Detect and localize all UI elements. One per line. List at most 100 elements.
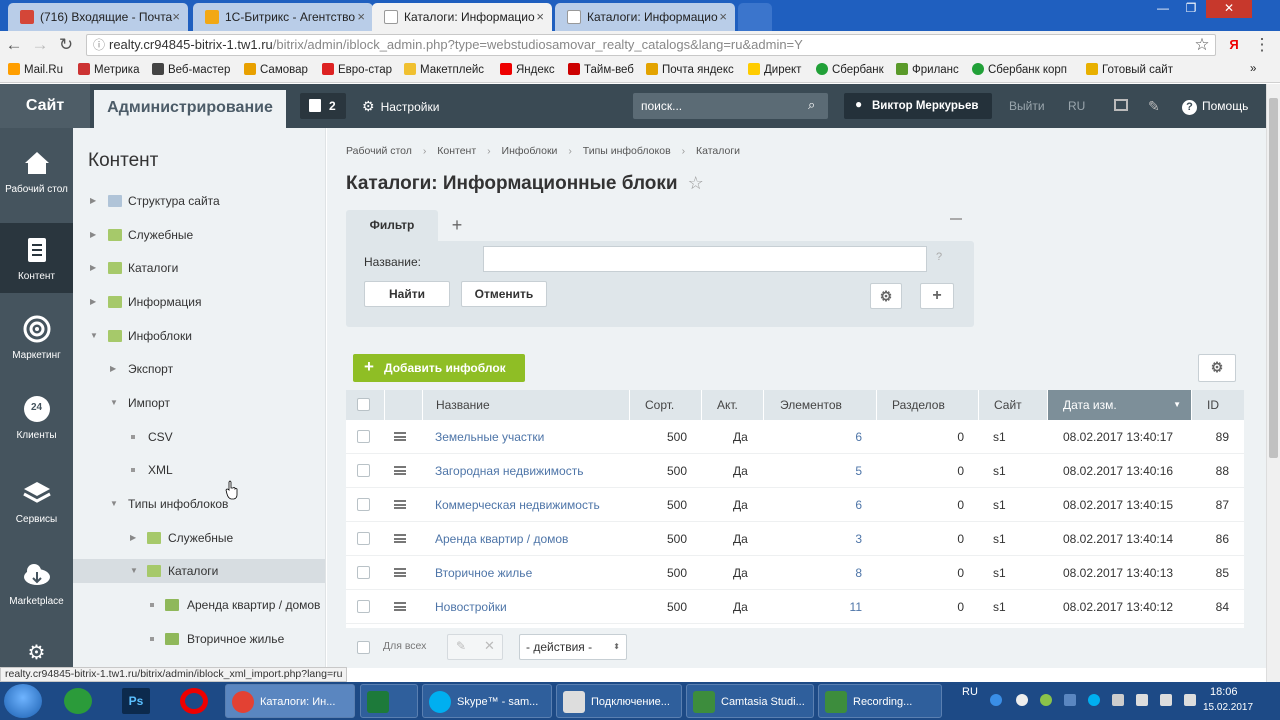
tree-item[interactable]: XML	[73, 458, 325, 482]
browser-tab[interactable]: (716) Входящие - Почта ×	[8, 3, 188, 31]
for-all-checkbox[interactable]	[357, 641, 370, 654]
bookmarks-more-button[interactable]: »	[1250, 63, 1256, 75]
clock-date[interactable]: 15.02.2017	[1203, 702, 1253, 713]
add-iblock-button[interactable]: Добавить инфоблок	[353, 354, 525, 382]
row-menu-icon[interactable]	[394, 568, 406, 577]
expand-arrow-icon[interactable]: ▶	[130, 526, 136, 550]
select-all-checkbox[interactable]	[357, 398, 370, 411]
tree-item[interactable]: ▶ Служебные	[73, 223, 325, 247]
collapse-arrow-icon[interactable]: ▼	[110, 391, 118, 415]
column-id[interactable]: ID	[1191, 390, 1244, 420]
network-icon[interactable]	[1136, 694, 1148, 706]
row-elements-link[interactable]: 3	[763, 522, 862, 556]
grid-settings-gear-icon[interactable]: ⚙	[1198, 354, 1236, 382]
tree-item[interactable]: Вторичное жилье	[73, 627, 325, 651]
tree-item[interactable]: Аренда квартир / домов	[73, 593, 325, 617]
breadcrumb-item[interactable]: Рабочий стол	[346, 145, 412, 157]
row-menu-icon[interactable]	[394, 500, 406, 509]
expand-arrow-icon[interactable]: ▶	[90, 290, 96, 314]
row-name-link[interactable]: Загородная недвижимость	[435, 454, 583, 488]
tree-item-selected[interactable]: ▼ Каталоги	[73, 559, 325, 583]
help-icon[interactable]: ?	[936, 251, 942, 263]
language-select[interactable]: RU	[1068, 84, 1085, 128]
new-tab-button[interactable]	[738, 3, 772, 31]
menu-icon[interactable]: ⋮	[1252, 35, 1272, 55]
bookmark[interactable]: Яндекс	[500, 63, 555, 76]
rail-item-marketing[interactable]: Маркетинг	[0, 314, 73, 384]
table-row[interactable]: Новостройки 500 Да 11 0 s1 08.02.2017 13…	[346, 590, 1244, 624]
logout-link[interactable]: Выйти	[1009, 84, 1045, 128]
back-icon[interactable]: ←	[4, 35, 24, 55]
yandex-icon[interactable]: Я	[1224, 35, 1244, 55]
close-icon[interactable]: ×	[536, 9, 544, 24]
row-name-link[interactable]: Новостройки	[435, 590, 507, 624]
expand-arrow-icon[interactable]: ▶	[90, 223, 96, 247]
bookmark[interactable]: Почта яндекс	[646, 63, 734, 76]
close-icon[interactable]: ×	[172, 9, 180, 24]
admin-tab[interactable]: Администрирование	[94, 90, 286, 128]
row-checkbox[interactable]	[357, 464, 370, 477]
row-menu-icon[interactable]	[394, 534, 406, 543]
reload-icon[interactable]: ↻	[56, 35, 76, 55]
notifications-button[interactable]: 2	[300, 93, 346, 119]
star-icon[interactable]: ☆	[1192, 35, 1212, 55]
table-row[interactable]: Коммерческая недвижимость 500 Да 6 0 s1 …	[346, 488, 1244, 522]
delete-icon[interactable]: ✕	[484, 638, 495, 654]
bookmark[interactable]: Веб-мастер	[152, 63, 230, 76]
search-input[interactable]: поиск...	[633, 93, 828, 119]
bookmark[interactable]: Евро-стар	[322, 63, 392, 76]
collapse-arrow-icon[interactable]: ▼	[130, 559, 138, 583]
collapse-filter-icon[interactable]	[950, 218, 962, 220]
expand-arrow-icon[interactable]: ▶	[90, 189, 96, 213]
site-button[interactable]: Сайт	[0, 84, 90, 128]
table-row[interactable]: Загородная недвижимость 500 Да 5 0 s1 08…	[346, 454, 1244, 488]
column-site[interactable]: Сайт	[978, 390, 1047, 420]
find-button[interactable]: Найти	[364, 281, 450, 307]
column-active[interactable]: Акт.	[701, 390, 763, 420]
name-input[interactable]	[483, 246, 927, 272]
browser-tab[interactable]: Каталоги: Информацио ×	[555, 3, 735, 31]
breadcrumb-item[interactable]: Контент	[437, 145, 476, 157]
rail-item-marketplace[interactable]: Marketplace	[0, 560, 73, 630]
column-sections[interactable]: Разделов	[876, 390, 978, 420]
list-icon[interactable]	[1114, 99, 1128, 111]
breadcrumb-item[interactable]: Типы инфоблоков	[583, 145, 671, 157]
row-checkbox[interactable]	[357, 566, 370, 579]
browser-tab[interactable]: 1С-Битрикс - Агентство ×	[193, 3, 373, 31]
flag-icon[interactable]	[1184, 694, 1196, 706]
cancel-button[interactable]: Отменить	[461, 281, 547, 307]
edit-icon[interactable]: ✎	[456, 639, 466, 653]
table-row[interactable]: Вторичное жилье 500 Да 8 0 s1 08.02.2017…	[346, 556, 1244, 590]
row-name-link[interactable]: Коммерческая недвижимость	[435, 488, 600, 522]
row-elements-link[interactable]: 6	[763, 420, 862, 454]
gear-icon[interactable]: ⚙	[0, 640, 73, 668]
close-icon[interactable]: ×	[719, 9, 727, 24]
scrollbar-thumb[interactable]	[1269, 98, 1278, 458]
clock-time[interactable]: 18:06	[1210, 686, 1238, 698]
column-sort[interactable]: Сорт.	[629, 390, 701, 420]
tray-icon[interactable]	[990, 694, 1002, 706]
tree-item[interactable]: ▼ Инфоблоки	[73, 324, 325, 348]
column-elements[interactable]: Элементов	[763, 390, 876, 420]
bookmark[interactable]: Макетплейс	[404, 63, 484, 76]
help-button[interactable]: ? Помощь	[1182, 84, 1248, 128]
row-elements-link[interactable]: 6	[763, 488, 862, 522]
search-icon[interactable]: ⌕	[808, 97, 815, 113]
tray-icon[interactable]	[1064, 694, 1076, 706]
rail-item-desktop[interactable]: Рабочий стол	[0, 148, 73, 218]
taskbar-chrome[interactable]: Каталоги: Ин...	[225, 684, 355, 718]
tree-item[interactable]: ▶ Структура сайта	[73, 189, 325, 213]
taskbar-recording[interactable]: Recording...	[818, 684, 942, 718]
collapse-arrow-icon[interactable]: ▼	[90, 324, 98, 348]
add-filter-tab-icon[interactable]: +	[440, 210, 474, 241]
actions-select[interactable]: - действия - ⬍	[519, 634, 627, 660]
row-checkbox[interactable]	[357, 430, 370, 443]
minimize-button[interactable]: —	[1150, 0, 1176, 18]
tree-item[interactable]: ▶ Каталоги	[73, 256, 325, 280]
tree-item[interactable]: CSV	[73, 425, 325, 449]
row-elements-link[interactable]: 5	[763, 454, 862, 488]
expand-arrow-icon[interactable]: ▶	[110, 357, 116, 381]
bookmark[interactable]: Тайм-веб	[568, 63, 634, 76]
tree-item[interactable]: ▶ Экспорт	[73, 357, 325, 381]
taskbar-language[interactable]: RU	[962, 686, 978, 698]
